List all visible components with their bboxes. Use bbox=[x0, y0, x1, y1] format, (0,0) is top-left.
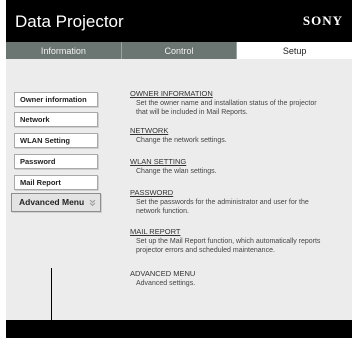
sidebar-item-password[interactable]: Password bbox=[14, 154, 98, 169]
app-title: Data Projector bbox=[15, 12, 124, 31]
list-item: OWNER INFORMATION Set the owner name and… bbox=[130, 89, 340, 117]
sidebar-item-network[interactable]: Network bbox=[14, 112, 98, 127]
header-bar: Data Projector SONY bbox=[6, 0, 352, 42]
item-description: Set the owner name and installation stat… bbox=[136, 100, 317, 107]
heading-advanced-menu: ADVANCED MENU bbox=[130, 269, 196, 278]
tab-setup[interactable]: Setup bbox=[237, 42, 353, 59]
link-mail-report[interactable]: MAIL REPORT bbox=[130, 227, 340, 237]
item-description: Change the network settings. bbox=[136, 137, 227, 144]
item-description: Set the passwords for the administrator … bbox=[136, 199, 309, 206]
chevron-double-down-icon bbox=[89, 194, 96, 217]
item-description: that will be included in Mail Reports. bbox=[136, 109, 248, 116]
tab-control[interactable]: Control bbox=[121, 42, 238, 59]
sidebar-item-advanced-menu[interactable]: Advanced Menu bbox=[11, 193, 101, 212]
link-wlan-setting[interactable]: WLAN SETTING bbox=[130, 157, 340, 167]
sidebar-item-label: Advanced Menu bbox=[19, 197, 85, 207]
sidebar-item-wlan-setting[interactable]: WLAN Setting bbox=[14, 133, 98, 148]
list-item: NETWORK Change the network settings. bbox=[130, 126, 340, 145]
content-panel: Owner information Network WLAN Setting P… bbox=[6, 59, 352, 320]
item-description: network function. bbox=[136, 208, 189, 215]
tab-information[interactable]: Information bbox=[6, 42, 122, 59]
sidebar-item-owner-information[interactable]: Owner information bbox=[14, 92, 98, 107]
list-item: ADVANCED MENU Advanced settings. bbox=[130, 269, 340, 288]
sidebar-item-mail-report[interactable]: Mail Report bbox=[14, 175, 98, 190]
callout-line bbox=[51, 268, 52, 338]
link-password[interactable]: PASSWORD bbox=[130, 188, 340, 198]
tab-bar: Information Control Setup bbox=[6, 42, 353, 59]
link-owner-information[interactable]: OWNER INFORMATION bbox=[130, 89, 340, 99]
list-item: WLAN SETTING Change the wlan settings. bbox=[130, 157, 340, 176]
item-description: Change the wlan settings. bbox=[136, 168, 217, 175]
link-network[interactable]: NETWORK bbox=[130, 126, 340, 136]
item-description: projector errors and scheduled maintenan… bbox=[136, 247, 275, 254]
brand-logo: SONY bbox=[302, 13, 343, 28]
list-item: PASSWORD Set the passwords for the admin… bbox=[130, 188, 340, 216]
list-item: MAIL REPORT Set up the Mail Report funct… bbox=[130, 227, 340, 255]
footer-bar bbox=[6, 320, 352, 338]
item-description: Advanced settings. bbox=[136, 280, 196, 287]
item-description: Set up the Mail Report function, which a… bbox=[136, 238, 321, 245]
